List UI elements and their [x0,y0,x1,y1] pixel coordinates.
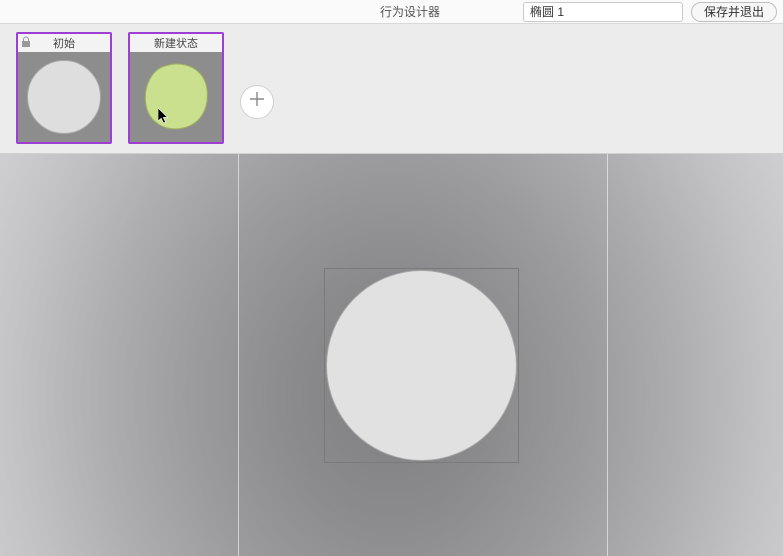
page-guide-right [607,154,608,556]
ellipse-shape-icon [27,60,101,134]
states-strip: 初始 新建状态 [0,24,783,154]
state-card-new[interactable]: 新建状态 [128,32,224,144]
object-name-input[interactable] [523,2,683,22]
plus-icon [250,92,264,111]
ellipse-object[interactable] [326,270,517,461]
state-thumbnail [130,52,222,142]
page-guide-left [238,154,239,556]
save-and-exit-button[interactable]: 保存并退出 [691,2,777,22]
state-thumbnail [18,52,110,142]
state-label-row: 新建状态 [130,34,222,52]
add-state-button[interactable] [240,85,274,119]
header-bar: 行为设计器 保存并退出 [0,0,783,24]
app-title: 行为设计器 [380,3,440,20]
blob-shape-icon [139,60,213,134]
state-label-row: 初始 [18,34,110,52]
state-card-initial[interactable]: 初始 [16,32,112,144]
state-label: 新建状态 [154,35,198,51]
state-label: 初始 [53,35,75,51]
canvas-area[interactable] [0,154,783,556]
